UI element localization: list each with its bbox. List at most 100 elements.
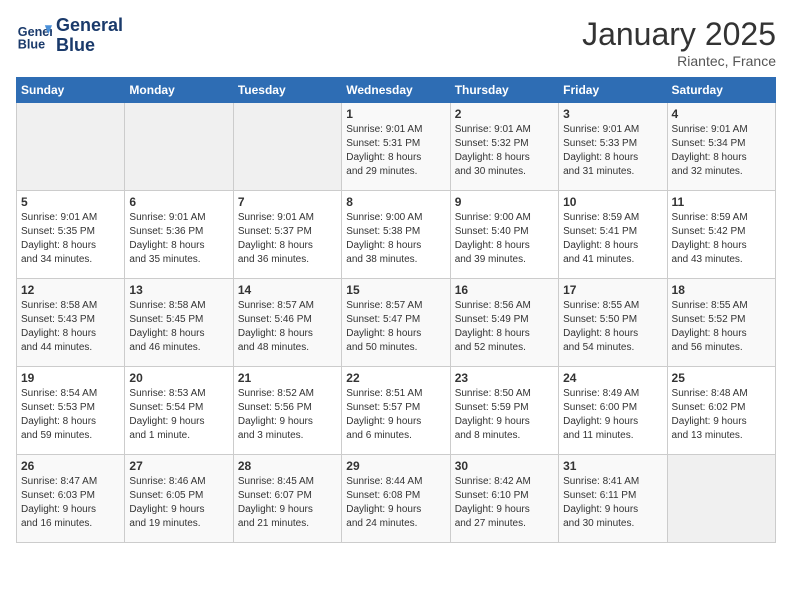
day-info: Sunrise: 8:56 AM Sunset: 5:49 PM Dayligh… xyxy=(455,299,554,355)
day-info: Sunrise: 8:58 AM Sunset: 5:45 PM Dayligh… xyxy=(129,299,228,355)
calendar-body: 1Sunrise: 9:01 AM Sunset: 5:31 PM Daylig… xyxy=(17,103,776,543)
calendar-cell: 31 Sunrise: 8:41 AM Sunset: 6:11 PM Dayli… xyxy=(559,455,667,543)
calendar-cell xyxy=(17,103,125,191)
calendar-cell: 15 Sunrise: 8:57 AM Sunset: 5:47 PM Dayli… xyxy=(342,279,450,367)
calendar-cell: 20Sunrise: 8:53 AM Sunset: 5:54 PM Dayli… xyxy=(125,367,233,455)
calendar-cell: 12Sunrise: 8:58 AM Sunset: 5:43 PM Dayli… xyxy=(17,279,125,367)
calendar-cell: 30 Sunrise: 8:42 AM Sunset: 6:10 PM Dayli… xyxy=(450,455,558,543)
day-number: 13 xyxy=(129,283,228,297)
day-number: 11 xyxy=(672,195,771,209)
calendar-cell: 13 Sunrise: 8:58 AM Sunset: 5:45 PM Dayli… xyxy=(125,279,233,367)
day-info: Sunrise: 8:48 AM Sunset: 6:02 PM Dayligh… xyxy=(672,387,771,443)
calendar-cell: 6 Sunrise: 9:01 AM Sunset: 5:36 PM Daylig… xyxy=(125,191,233,279)
calendar-cell: 2Sunrise: 9:01 AM Sunset: 5:32 PM Daylig… xyxy=(450,103,558,191)
calendar-cell: 4Sunrise: 9:01 AM Sunset: 5:34 PM Daylig… xyxy=(667,103,775,191)
day-number: 8 xyxy=(346,195,445,209)
weekday-header: Tuesday xyxy=(233,78,341,103)
day-number: 24 xyxy=(563,371,662,385)
day-number: 23 xyxy=(455,371,554,385)
calendar-cell: 27 Sunrise: 8:46 AM Sunset: 6:05 PM Dayli… xyxy=(125,455,233,543)
day-info: Sunrise: 8:42 AM Sunset: 6:10 PM Dayligh… xyxy=(455,475,554,531)
day-info: Sunrise: 8:52 AM Sunset: 5:56 PM Dayligh… xyxy=(238,387,337,443)
weekday-header: Friday xyxy=(559,78,667,103)
calendar-week-row: 12Sunrise: 8:58 AM Sunset: 5:43 PM Dayli… xyxy=(17,279,776,367)
page-header: General Blue General Blue January 2025 R… xyxy=(16,16,776,69)
day-number: 25 xyxy=(672,371,771,385)
calendar-cell: 10 Sunrise: 8:59 AM Sunset: 5:41 PM Dayli… xyxy=(559,191,667,279)
day-info: Sunrise: 8:58 AM Sunset: 5:43 PM Dayligh… xyxy=(21,299,120,355)
calendar-cell: 7Sunrise: 9:01 AM Sunset: 5:37 PM Daylig… xyxy=(233,191,341,279)
location: Riantec, France xyxy=(582,53,776,69)
calendar-cell: 22 Sunrise: 8:51 AM Sunset: 5:57 PM Dayli… xyxy=(342,367,450,455)
day-number: 2 xyxy=(455,107,554,121)
day-info: Sunrise: 8:55 AM Sunset: 5:50 PM Dayligh… xyxy=(563,299,662,355)
day-number: 14 xyxy=(238,283,337,297)
calendar-cell xyxy=(233,103,341,191)
calendar-cell: 9 Sunrise: 9:00 AM Sunset: 5:40 PM Daylig… xyxy=(450,191,558,279)
weekday-header: Wednesday xyxy=(342,78,450,103)
day-info: Sunrise: 8:54 AM Sunset: 5:53 PM Dayligh… xyxy=(21,387,120,443)
weekday-header: Thursday xyxy=(450,78,558,103)
calendar-cell: 5 Sunrise: 9:01 AM Sunset: 5:35 PM Daylig… xyxy=(17,191,125,279)
day-number: 28 xyxy=(238,459,337,473)
calendar-header-row: SundayMondayTuesdayWednesdayThursdayFrid… xyxy=(17,78,776,103)
day-info: Sunrise: 8:57 AM Sunset: 5:46 PM Dayligh… xyxy=(238,299,337,355)
day-info: Sunrise: 9:00 AM Sunset: 5:38 PM Dayligh… xyxy=(346,211,445,267)
day-number: 29 xyxy=(346,459,445,473)
day-info: Sunrise: 8:51 AM Sunset: 5:57 PM Dayligh… xyxy=(346,387,445,443)
weekday-header: Saturday xyxy=(667,78,775,103)
calendar-cell: 19 Sunrise: 8:54 AM Sunset: 5:53 PM Dayli… xyxy=(17,367,125,455)
calendar-cell xyxy=(125,103,233,191)
day-number: 22 xyxy=(346,371,445,385)
day-number: 27 xyxy=(129,459,228,473)
calendar-week-row: 1Sunrise: 9:01 AM Sunset: 5:31 PM Daylig… xyxy=(17,103,776,191)
logo: General Blue General Blue xyxy=(16,16,123,56)
calendar-cell: 16 Sunrise: 8:56 AM Sunset: 5:49 PM Dayli… xyxy=(450,279,558,367)
day-number: 18 xyxy=(672,283,771,297)
calendar-week-row: 26Sunrise: 8:47 AM Sunset: 6:03 PM Dayli… xyxy=(17,455,776,543)
calendar-cell: 11 Sunrise: 8:59 AM Sunset: 5:42 PM Dayli… xyxy=(667,191,775,279)
day-info: Sunrise: 8:57 AM Sunset: 5:47 PM Dayligh… xyxy=(346,299,445,355)
day-number: 15 xyxy=(346,283,445,297)
day-number: 21 xyxy=(238,371,337,385)
day-info: Sunrise: 8:59 AM Sunset: 5:41 PM Dayligh… xyxy=(563,211,662,267)
day-number: 16 xyxy=(455,283,554,297)
day-info: Sunrise: 8:49 AM Sunset: 6:00 PM Dayligh… xyxy=(563,387,662,443)
day-info: Sunrise: 9:01 AM Sunset: 5:31 PM Dayligh… xyxy=(346,123,445,179)
day-number: 30 xyxy=(455,459,554,473)
day-number: 10 xyxy=(563,195,662,209)
calendar-cell: 3Sunrise: 9:01 AM Sunset: 5:33 PM Daylig… xyxy=(559,103,667,191)
day-number: 6 xyxy=(129,195,228,209)
day-number: 4 xyxy=(672,107,771,121)
calendar-cell: 18 Sunrise: 8:55 AM Sunset: 5:52 PM Dayli… xyxy=(667,279,775,367)
calendar-cell xyxy=(667,455,775,543)
day-info: Sunrise: 9:00 AM Sunset: 5:40 PM Dayligh… xyxy=(455,211,554,267)
day-info: Sunrise: 8:50 AM Sunset: 5:59 PM Dayligh… xyxy=(455,387,554,443)
calendar-cell: 14 Sunrise: 8:57 AM Sunset: 5:46 PM Dayli… xyxy=(233,279,341,367)
day-info: Sunrise: 8:41 AM Sunset: 6:11 PM Dayligh… xyxy=(563,475,662,531)
day-info: Sunrise: 9:01 AM Sunset: 5:36 PM Dayligh… xyxy=(129,211,228,267)
calendar-week-row: 19 Sunrise: 8:54 AM Sunset: 5:53 PM Dayli… xyxy=(17,367,776,455)
day-info: Sunrise: 9:01 AM Sunset: 5:33 PM Dayligh… xyxy=(563,123,662,179)
day-info: Sunrise: 8:46 AM Sunset: 6:05 PM Dayligh… xyxy=(129,475,228,531)
day-number: 31 xyxy=(563,459,662,473)
calendar-cell: 8 Sunrise: 9:00 AM Sunset: 5:38 PM Daylig… xyxy=(342,191,450,279)
day-number: 19 xyxy=(21,371,120,385)
day-number: 26 xyxy=(21,459,120,473)
calendar-cell: 21 Sunrise: 8:52 AM Sunset: 5:56 PM Dayli… xyxy=(233,367,341,455)
calendar-cell: 29Sunrise: 8:44 AM Sunset: 6:08 PM Dayli… xyxy=(342,455,450,543)
calendar-cell: 28 Sunrise: 8:45 AM Sunset: 6:07 PM Dayli… xyxy=(233,455,341,543)
calendar-cell: 24 Sunrise: 8:49 AM Sunset: 6:00 PM Dayli… xyxy=(559,367,667,455)
logo-text: General Blue xyxy=(56,16,123,56)
day-number: 7 xyxy=(238,195,337,209)
day-info: Sunrise: 9:01 AM Sunset: 5:35 PM Dayligh… xyxy=(21,211,120,267)
svg-text:Blue: Blue xyxy=(18,37,45,51)
day-info: Sunrise: 8:45 AM Sunset: 6:07 PM Dayligh… xyxy=(238,475,337,531)
day-number: 9 xyxy=(455,195,554,209)
calendar-cell: 26Sunrise: 8:47 AM Sunset: 6:03 PM Dayli… xyxy=(17,455,125,543)
calendar-week-row: 5 Sunrise: 9:01 AM Sunset: 5:35 PM Daylig… xyxy=(17,191,776,279)
day-number: 5 xyxy=(21,195,120,209)
day-info: Sunrise: 8:55 AM Sunset: 5:52 PM Dayligh… xyxy=(672,299,771,355)
day-info: Sunrise: 8:59 AM Sunset: 5:42 PM Dayligh… xyxy=(672,211,771,267)
calendar-table: SundayMondayTuesdayWednesdayThursdayFrid… xyxy=(16,77,776,543)
